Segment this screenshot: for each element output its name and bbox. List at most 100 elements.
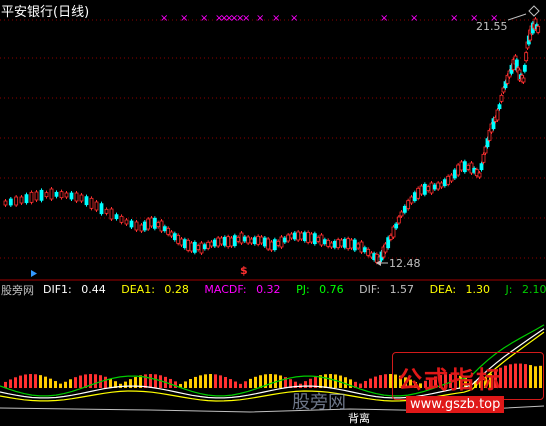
candle-body xyxy=(399,211,404,217)
histogram-bar xyxy=(109,378,112,388)
candle-body xyxy=(169,231,174,237)
candle-body xyxy=(446,175,451,185)
candle-body xyxy=(292,232,297,240)
candle-body xyxy=(134,221,139,231)
candle-body xyxy=(79,194,84,202)
candle-body xyxy=(226,236,231,248)
histogram-bar xyxy=(224,376,227,388)
candle-body xyxy=(24,194,29,204)
histogram-bar xyxy=(64,381,67,388)
histogram-bar xyxy=(229,379,232,388)
histogram-bar xyxy=(209,374,212,388)
candle-body xyxy=(84,196,89,206)
histogram-bar xyxy=(379,375,382,388)
candle-body xyxy=(362,247,367,253)
legend-j: J: 2.10 xyxy=(505,283,546,296)
candle-body xyxy=(229,237,234,247)
candle-body xyxy=(521,77,526,83)
candle-body xyxy=(477,172,482,178)
candle-body xyxy=(319,234,324,246)
candle-body xyxy=(312,233,317,245)
candle-body xyxy=(499,94,504,102)
candle-body xyxy=(142,221,147,231)
candle-body xyxy=(302,232,307,242)
candle-body xyxy=(256,235,261,245)
histogram-bar xyxy=(324,374,327,388)
indicator-name[interactable]: 股旁网 xyxy=(1,282,34,298)
histogram-bar xyxy=(204,374,207,388)
watermark-logo: 公式指标 xyxy=(398,366,502,394)
divergence-label: 背离 xyxy=(348,412,370,425)
candle-body xyxy=(501,87,506,93)
candle-body xyxy=(219,237,224,245)
candle-body xyxy=(394,223,399,229)
candle-body xyxy=(64,192,69,198)
x-markers-row: × × × ×××××× × × × × × × × × xyxy=(160,13,498,24)
candle-body xyxy=(14,196,19,206)
histogram-bar xyxy=(49,378,52,388)
candle-body xyxy=(449,174,454,182)
histogram-bar xyxy=(279,375,282,388)
candle-body xyxy=(212,239,217,247)
candle-body xyxy=(179,238,184,246)
candle-body xyxy=(342,238,347,248)
candle-body xyxy=(34,191,39,201)
candle-body xyxy=(309,233,314,243)
histogram-bar xyxy=(79,375,82,388)
candle-body xyxy=(481,153,486,163)
candle-body xyxy=(189,242,194,252)
candle-body xyxy=(49,188,54,200)
candle-body xyxy=(332,240,337,248)
blue-signal-icon xyxy=(31,270,37,277)
candle-body xyxy=(236,236,241,242)
histogram-bar xyxy=(34,374,37,388)
histogram-bar xyxy=(29,374,32,388)
histogram-bar xyxy=(384,374,387,388)
candle-body xyxy=(402,205,407,213)
candle-body xyxy=(39,189,44,201)
candle-body xyxy=(432,184,437,190)
legend-pj: PJ: 0.76 xyxy=(296,283,344,296)
candle-body xyxy=(326,239,331,247)
x-marker: × xyxy=(380,13,388,24)
candle-body xyxy=(269,241,274,251)
candle-body xyxy=(94,201,99,211)
candle-body xyxy=(429,182,434,194)
candle-body xyxy=(216,237,221,247)
candle-body xyxy=(322,239,327,245)
candle-body xyxy=(152,217,157,229)
candle-body xyxy=(202,244,207,250)
candle-body xyxy=(356,243,361,249)
candle-body xyxy=(522,64,527,72)
candle-body xyxy=(316,236,321,242)
candle-body xyxy=(339,239,344,247)
candle-body xyxy=(459,161,464,171)
candle-body xyxy=(232,235,237,247)
candle-body xyxy=(8,198,13,206)
candle-body xyxy=(452,169,457,179)
candle-body xyxy=(196,245,201,251)
histogram-bar xyxy=(124,381,127,388)
candle-body xyxy=(172,233,177,241)
candle-body xyxy=(156,222,161,228)
candle-body xyxy=(352,239,357,251)
histogram-bar xyxy=(69,379,72,388)
candle-body xyxy=(162,226,167,232)
legend-dea: DEA: 1.30 xyxy=(429,283,491,296)
candle-body xyxy=(422,183,427,195)
candle-body xyxy=(129,220,134,228)
candle-body xyxy=(149,217,154,227)
candle-body xyxy=(479,163,484,171)
candle-body xyxy=(439,182,444,188)
candle-body xyxy=(124,219,129,225)
candle-body xyxy=(366,248,371,256)
candle-body xyxy=(222,236,227,246)
candle-body xyxy=(54,191,59,197)
candle-body xyxy=(186,239,191,251)
histogram-bar xyxy=(174,381,177,388)
candle-body xyxy=(266,238,271,250)
candle-body xyxy=(146,218,151,230)
candle-body xyxy=(182,239,187,249)
histogram-bar xyxy=(234,381,237,388)
candle-body xyxy=(426,186,431,192)
